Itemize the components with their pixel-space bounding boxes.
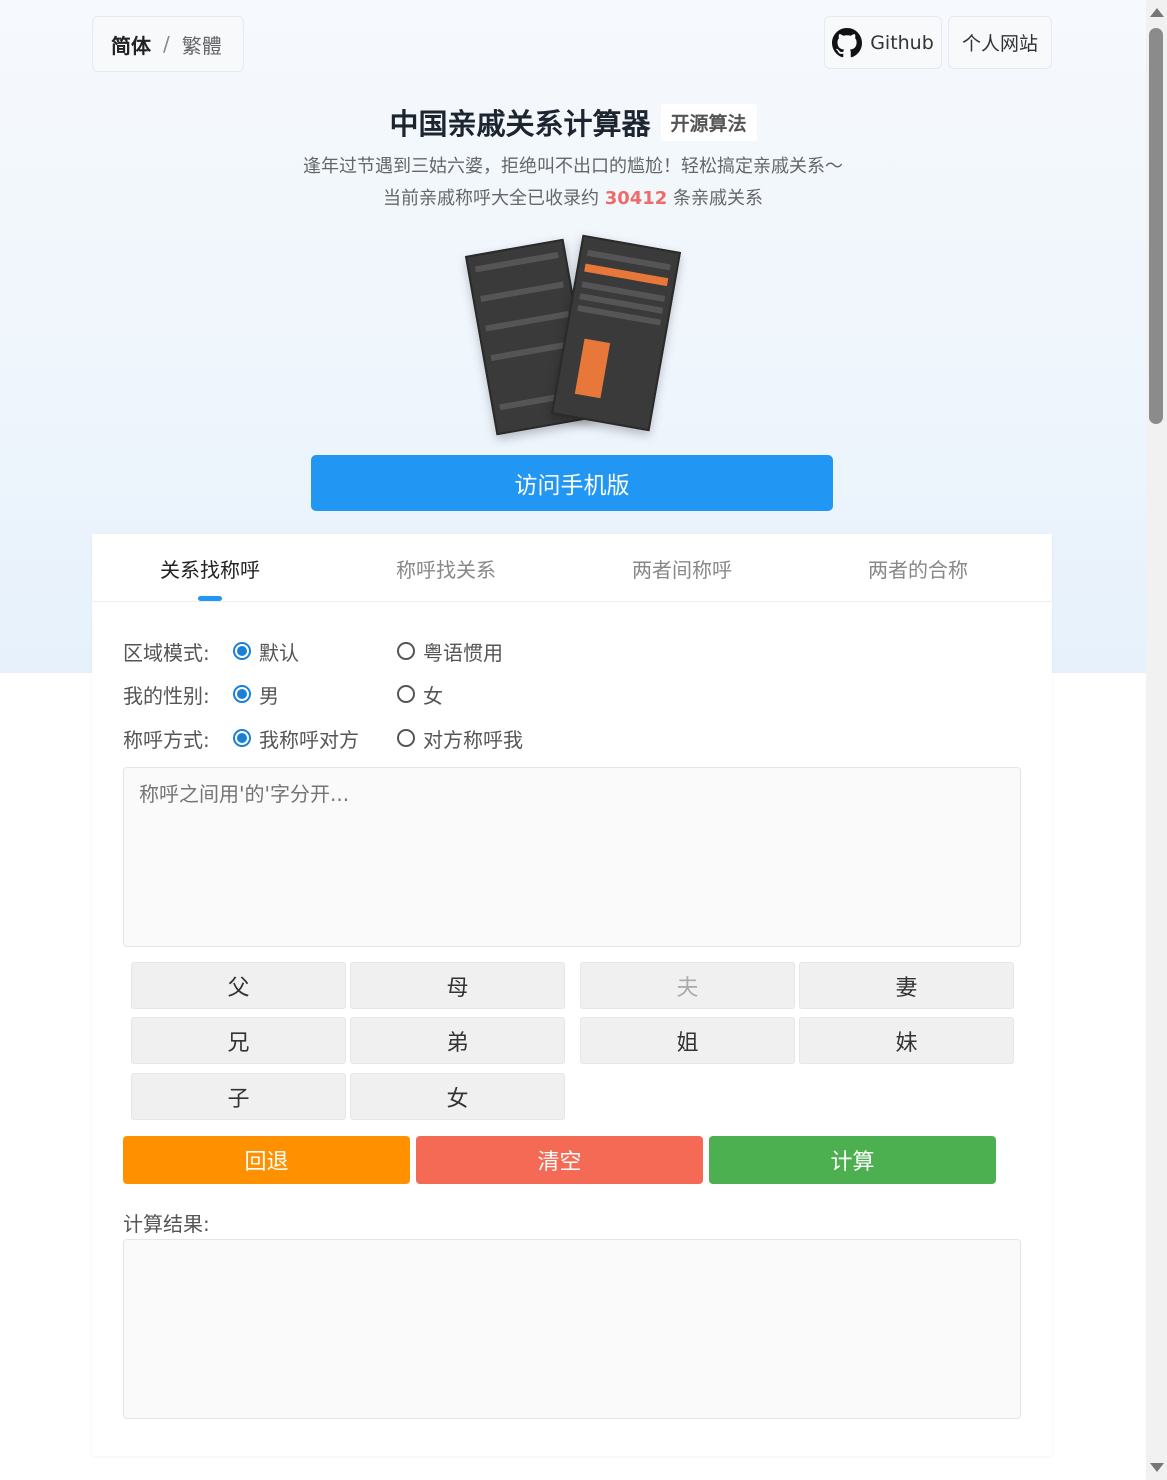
scroll-up-arrow-icon[interactable] (1150, 8, 1164, 17)
mode-i-call-label: 我称呼对方 (259, 727, 359, 752)
scrollbar-thumb[interactable] (1149, 28, 1163, 424)
github-icon (832, 27, 863, 57)
gender-male-radio[interactable]: 男 (233, 680, 397, 709)
tab-title-to-relation[interactable]: 称呼找关系 (328, 534, 564, 602)
gender-female-radio[interactable]: 女 (397, 680, 443, 709)
mode-option-row: 称呼方式: 我称呼对方 对方称呼我 (123, 723, 523, 753)
radio-checked-icon (233, 685, 251, 703)
result-output (123, 1239, 1021, 1419)
radio-checked-icon (233, 642, 251, 660)
subtitle-prefix: 当前亲戚称呼大全已收录约 (382, 188, 599, 209)
gender-label: 我的性别: (123, 683, 210, 708)
key-elder-brother[interactable]: 兄 (131, 1017, 346, 1064)
key-mother[interactable]: 母 (350, 962, 565, 1009)
page: 简体 / 繁體 Github 个人网站 中国亲戚关系计算器 开源算法 逢年过节遇… (0, 0, 1146, 1480)
region-option-row: 区域模式: 默认 粤语惯用 (123, 636, 503, 666)
github-button[interactable]: Github (824, 16, 942, 69)
relation-count: 30412 (604, 188, 668, 209)
key-younger-sister[interactable]: 妹 (799, 1017, 1014, 1064)
subtitle-suffix: 条亲戚关系 (673, 188, 764, 209)
tab-between-two[interactable]: 两者间称呼 (564, 534, 800, 602)
back-button[interactable]: 回退 (123, 1136, 410, 1184)
gender-female-label: 女 (423, 683, 443, 708)
key-elder-sister[interactable]: 姐 (580, 1017, 795, 1064)
radio-unchecked-icon (397, 685, 415, 703)
mode-they-call-radio[interactable]: 对方称呼我 (397, 724, 523, 753)
region-cantonese-radio[interactable]: 粤语惯用 (397, 637, 503, 666)
app-preview-image (464, 232, 682, 440)
lang-separator: / (163, 32, 170, 56)
lang-simplified-link[interactable]: 简体 (111, 30, 151, 59)
radio-unchecked-icon (397, 642, 415, 660)
clear-button[interactable]: 清空 (416, 1136, 703, 1184)
region-default-radio[interactable]: 默认 (233, 637, 397, 666)
key-younger-brother[interactable]: 弟 (350, 1017, 565, 1064)
region-cantonese-label: 粤语惯用 (423, 640, 503, 665)
region-label: 区域模式: (123, 640, 210, 665)
tab-combined-name[interactable]: 两者的合称 (800, 534, 1036, 602)
tab-relation-to-title[interactable]: 关系找称呼 (92, 534, 328, 602)
gender-male-label: 男 (259, 683, 279, 708)
subtitle-line-1: 逢年过节遇到三姑六婆，拒绝叫不出口的尴尬！轻松搞定亲戚关系～ (303, 156, 843, 177)
key-daughter[interactable]: 女 (350, 1073, 565, 1120)
key-wife[interactable]: 妻 (799, 962, 1014, 1009)
subtitle: 逢年过节遇到三姑六婆，拒绝叫不出口的尴尬！轻松搞定亲戚关系～ 当前亲戚称呼大全已… (0, 151, 1146, 215)
radio-unchecked-icon (397, 729, 415, 747)
github-label: Github (870, 31, 934, 54)
subtitle-line-2: 当前亲戚称呼大全已收录约 30412 条亲戚关系 (0, 183, 1146, 215)
mode-i-call-radio[interactable]: 我称呼对方 (233, 724, 397, 753)
personal-site-button[interactable]: 个人网站 (948, 16, 1052, 69)
calculator-card: 关系找称呼 称呼找关系 两者间称呼 两者的合称 区域模式: 默认 粤语惯用 我的… (92, 534, 1052, 1456)
key-husband[interactable]: 夫 (580, 962, 795, 1009)
mode-tabs: 关系找称呼 称呼找关系 两者间称呼 两者的合称 (92, 534, 1052, 602)
personal-site-label: 个人网站 (961, 33, 1038, 55)
radio-checked-icon (233, 729, 251, 747)
relation-keypad: 父 母 夫 妻 兄 弟 姐 妹 子 女 (131, 962, 1017, 1122)
visit-mobile-button[interactable]: 访问手机版 (311, 455, 833, 511)
result-label: 计算结果: (123, 1212, 210, 1236)
key-father[interactable]: 父 (131, 962, 346, 1009)
page-title: 中国亲戚关系计算器 (389, 107, 651, 141)
gender-option-row: 我的性别: 男 女 (123, 679, 443, 709)
calculate-button[interactable]: 计算 (709, 1136, 996, 1184)
language-switch: 简体 / 繁體 (92, 16, 244, 72)
scroll-down-arrow-icon[interactable] (1150, 1463, 1164, 1472)
relation-input[interactable] (123, 767, 1021, 947)
region-default-label: 默认 (259, 640, 299, 665)
open-source-badge: 开源算法 (660, 103, 757, 141)
title-row: 中国亲戚关系计算器 开源算法 (0, 100, 1146, 144)
key-son[interactable]: 子 (131, 1073, 346, 1120)
phone-screenshot-right (550, 234, 682, 432)
lang-traditional-link[interactable]: 繁體 (182, 30, 222, 59)
vertical-scrollbar[interactable] (1146, 0, 1167, 1480)
mode-they-call-label: 对方称呼我 (423, 727, 523, 752)
mode-label: 称呼方式: (123, 727, 210, 752)
